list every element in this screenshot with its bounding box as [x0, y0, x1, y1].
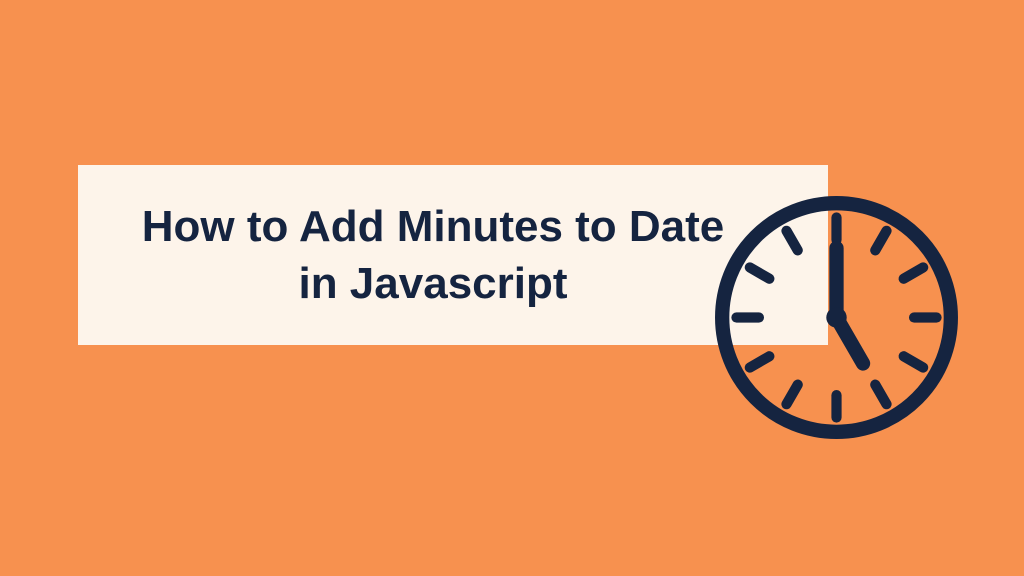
- page-title: How to Add Minutes to Date in Javascript: [118, 198, 748, 312]
- clock-icon: [714, 195, 959, 440]
